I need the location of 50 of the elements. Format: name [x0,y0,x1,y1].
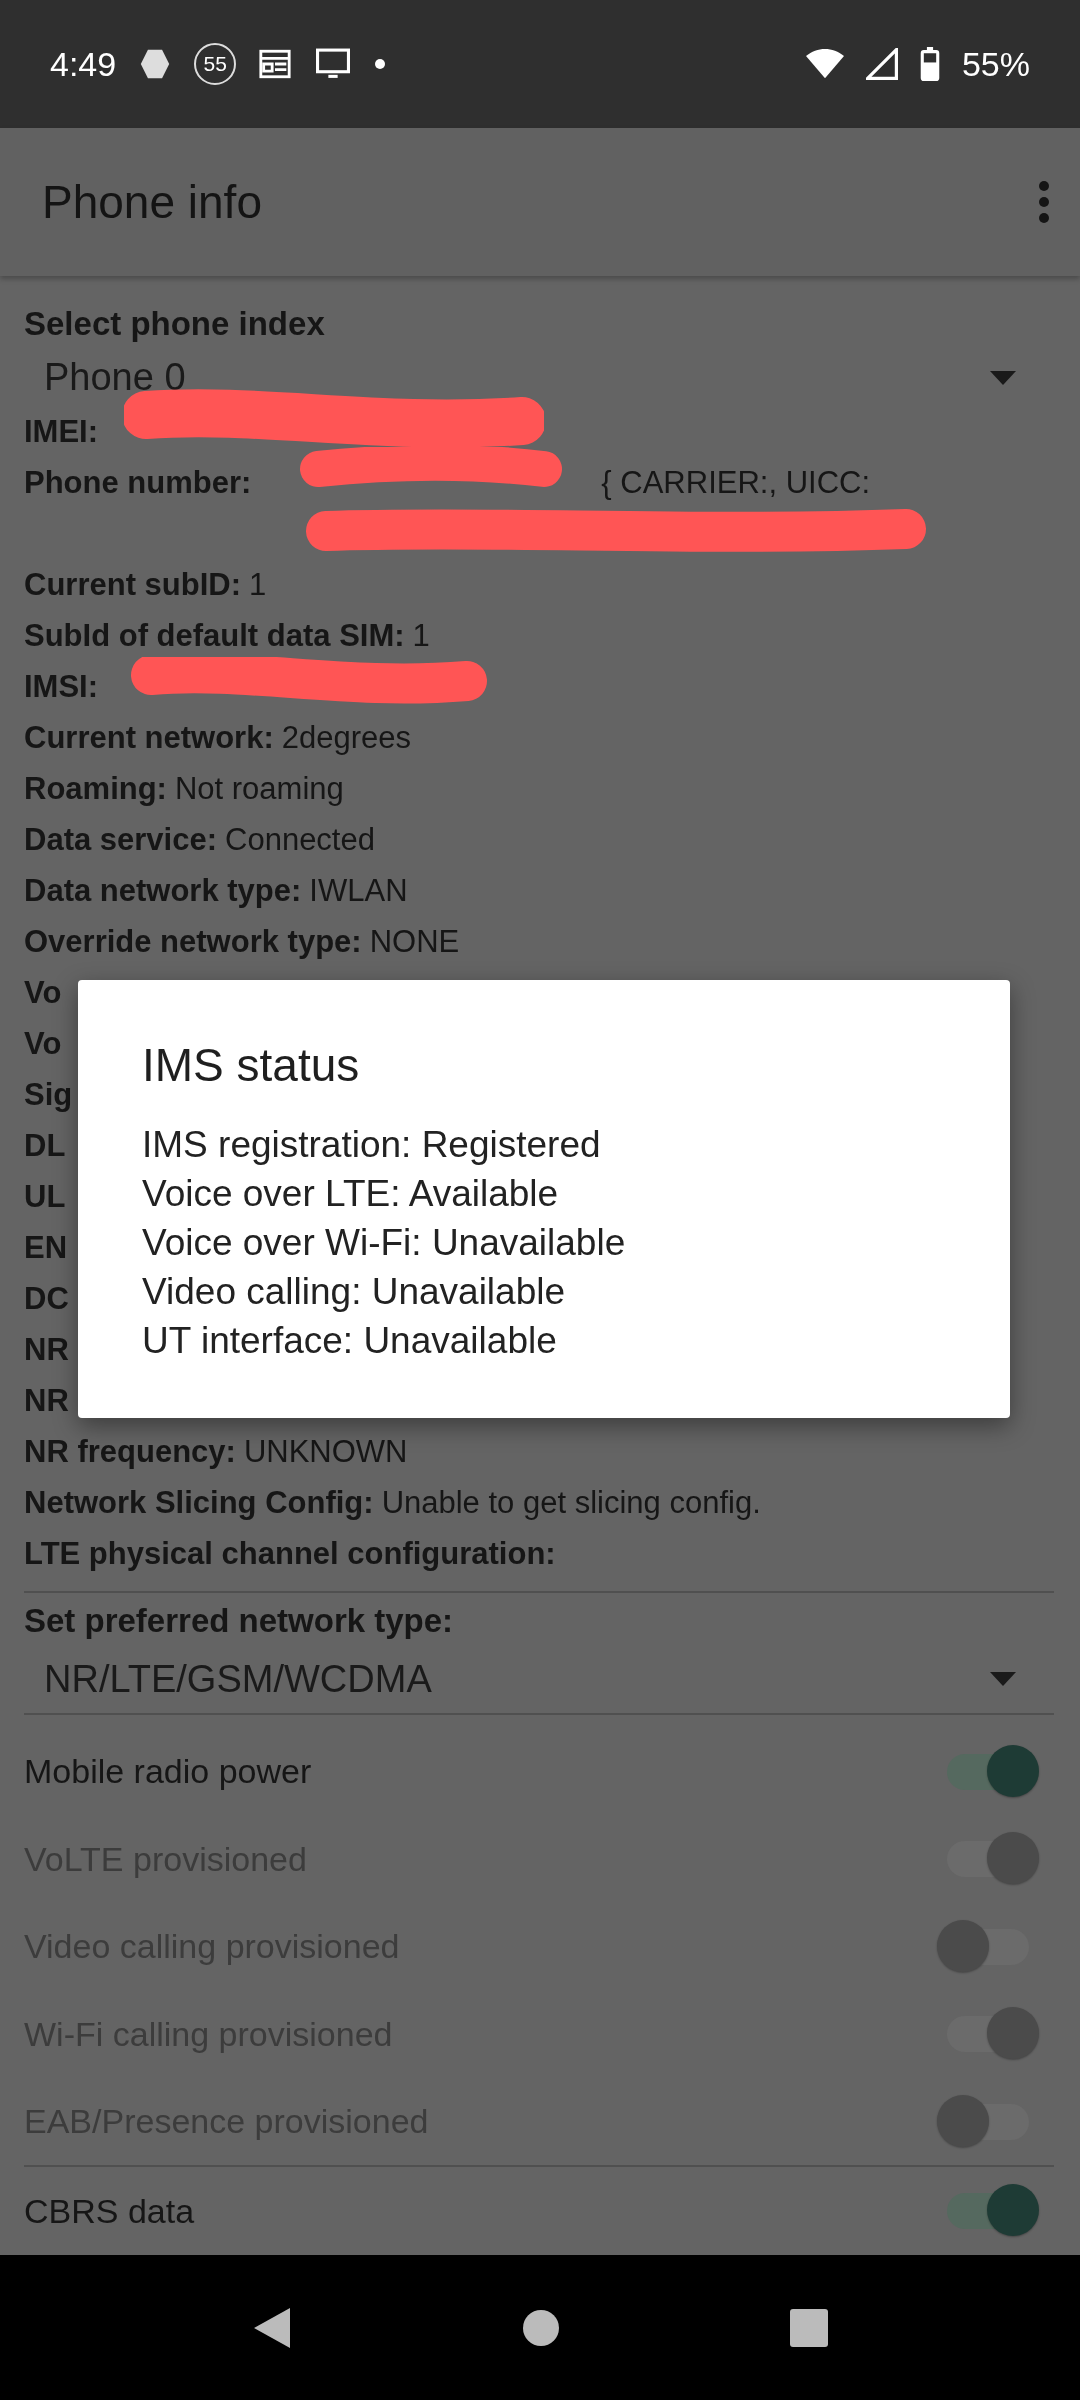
battery-icon [919,47,940,81]
info-line: DC [24,1281,69,1317]
dropdown-arrow-icon [990,1672,1016,1687]
info-line: UL [24,1179,66,1215]
status-line: Video calling: Unavailable [142,1270,567,1314]
overflow-menu-icon[interactable] [1038,180,1050,224]
newspaper-icon [258,48,293,80]
info-line: NR [24,1383,69,1419]
info-line: Data service: Connected [24,822,375,858]
info-line: DL [24,1128,66,1164]
back-icon[interactable] [252,2305,292,2350]
switch-label: Mobile radio power [24,1752,312,1792]
home-icon[interactable] [522,2308,560,2347]
info-line: Override network type: NONE [24,924,460,960]
network-type-dropdown[interactable]: NR/LTE/GSM/WCDMA [24,1646,1054,1715]
switch-label: CBRS data [24,2191,195,2231]
info-line: NR [24,1332,69,1368]
info-line: EN [24,1230,68,1266]
phone-index-dropdown[interactable]: Phone 0 [24,349,1054,407]
status-line: Voice over Wi-Fi: Unavailable [142,1221,627,1265]
info-line: SubId of default data SIM: 1 [24,618,430,654]
info-line: Network Slicing Config: Unable to get slicing config. [24,1485,761,1521]
info-line: Current subID: 1 [24,567,267,603]
info-line: Vo [24,1026,62,1062]
info-line: IMSI: [24,669,99,705]
battery-percentage: 55% [961,44,1030,84]
status-line: Voice over LTE: Available [142,1172,560,1216]
info-line: Phone number: { CARRIER:, UICC: [24,465,871,501]
monitor-icon [314,47,353,81]
field-label: Select phone index [24,304,326,344]
info-line: Sig [24,1077,73,1113]
dropdown-arrow-icon [990,370,1016,385]
wifi-icon [805,48,844,80]
info-line: IMEI: [24,414,99,450]
dot-icon [374,58,387,70]
clock: 4:49 [50,44,117,84]
countdown-badge: 55 [194,43,237,85]
dialog-title: IMS status [142,1038,361,1092]
info-line: NR frequency: UNKNOWN [24,1434,408,1470]
app-title: Phone info [42,175,262,229]
field-label: Set preferred network type: [24,1601,455,1641]
info-line: Vo [24,975,62,1011]
info-line: Roaming: Not roaming [24,771,344,807]
recents-icon[interactable] [790,2308,828,2347]
status-line: IMS registration: Registered [142,1123,602,1167]
info-line: LTE physical channel configuration: [24,1536,556,1572]
info-line: Current network: 2degrees [24,720,412,756]
signal-icon [865,48,898,80]
status-line: UT interface: Unavailable [142,1319,558,1363]
info-line: Data network type: IWLAN [24,873,408,909]
